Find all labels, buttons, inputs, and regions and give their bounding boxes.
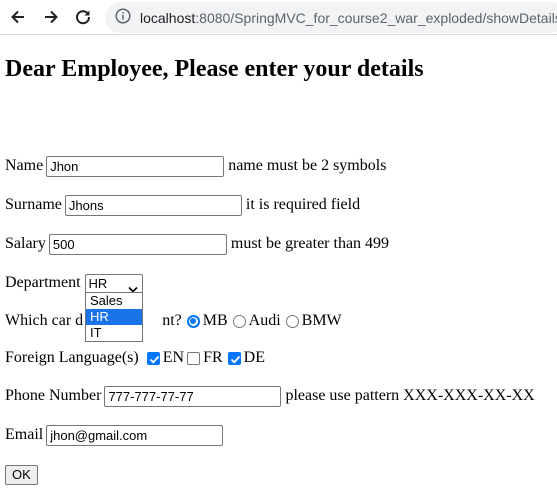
language-checkbox-de[interactable] [227, 351, 241, 365]
car-radio-bmw[interactable] [285, 314, 299, 328]
reload-button[interactable] [70, 4, 96, 30]
phone-row: Phone Number please use pattern XXX-XXX-… [5, 384, 535, 408]
language-en-label: EN [162, 349, 185, 366]
car-question-label-end: nt? [162, 312, 182, 329]
department-option-hr[interactable]: HR [86, 309, 142, 325]
page-title: Dear Employee, Please enter your details [5, 56, 424, 82]
department-option-it[interactable]: IT [86, 325, 142, 341]
forward-arrow-icon [42, 8, 60, 26]
phone-hint: please use pattern XXX-XXX-XX-XX [285, 387, 535, 404]
info-icon[interactable] [115, 8, 131, 27]
url-path: :8080/SpringMVC_for_course2_war_exploded… [195, 9, 557, 26]
car-row: Which car d nt? MB Audi BMW [5, 309, 342, 333]
forward-button[interactable] [38, 4, 64, 30]
phone-label: Phone Number [5, 387, 102, 404]
department-label: Department [5, 274, 81, 291]
salary-label: Salary [5, 235, 46, 252]
address-bar[interactable]: localhost:8080/SpringMVC_for_course2_war… [105, 2, 557, 33]
email-input[interactable] [46, 424, 224, 446]
car-question-label-start: Which car d [5, 312, 84, 329]
reload-icon [74, 8, 92, 26]
back-button[interactable] [5, 4, 31, 30]
phone-input[interactable] [104, 385, 282, 407]
browser-toolbar: localhost:8080/SpringMVC_for_course2_war… [0, 0, 557, 35]
salary-hint: must be greater than 499 [230, 235, 390, 252]
car-option-mb-label: MB [202, 312, 228, 329]
email-label: Email [5, 426, 44, 443]
car-option-audi-label: Audi [248, 312, 281, 329]
language-checkbox-en[interactable] [146, 351, 160, 365]
department-option-sales[interactable]: Sales [86, 293, 142, 309]
ok-button[interactable]: OK [5, 465, 38, 485]
car-radio-mb[interactable] [186, 314, 200, 328]
name-hint: name must be 2 symbols [228, 157, 387, 174]
name-label: Name [5, 157, 44, 174]
name-row: Name name must be 2 symbols [5, 154, 386, 178]
surname-row: Surname it is required field [5, 193, 360, 217]
language-checkbox-fr[interactable] [187, 351, 201, 365]
department-dropdown-list: Sales HR IT [85, 292, 143, 342]
languages-row: Foreign Language(s) EN FR DE [5, 346, 265, 370]
url-host: localhost [140, 9, 196, 26]
car-option-bmw-label: BMW [301, 312, 342, 329]
car-radio-audi[interactable] [232, 314, 246, 328]
email-row: Email [5, 423, 227, 447]
name-input[interactable] [46, 155, 225, 177]
back-arrow-icon [9, 8, 27, 26]
department-select[interactable]: HR [84, 273, 143, 293]
languages-label: Foreign Language(s) [5, 349, 139, 366]
salary-row: Salary must be greater than 499 [5, 232, 389, 256]
surname-label: Surname [5, 196, 62, 213]
department-selected-value: HR [88, 275, 108, 291]
language-fr-label: FR [203, 349, 223, 366]
language-de-label: DE [243, 349, 265, 366]
surname-hint: it is required field [245, 196, 361, 213]
surname-input[interactable] [64, 194, 242, 216]
salary-input[interactable] [48, 233, 227, 255]
